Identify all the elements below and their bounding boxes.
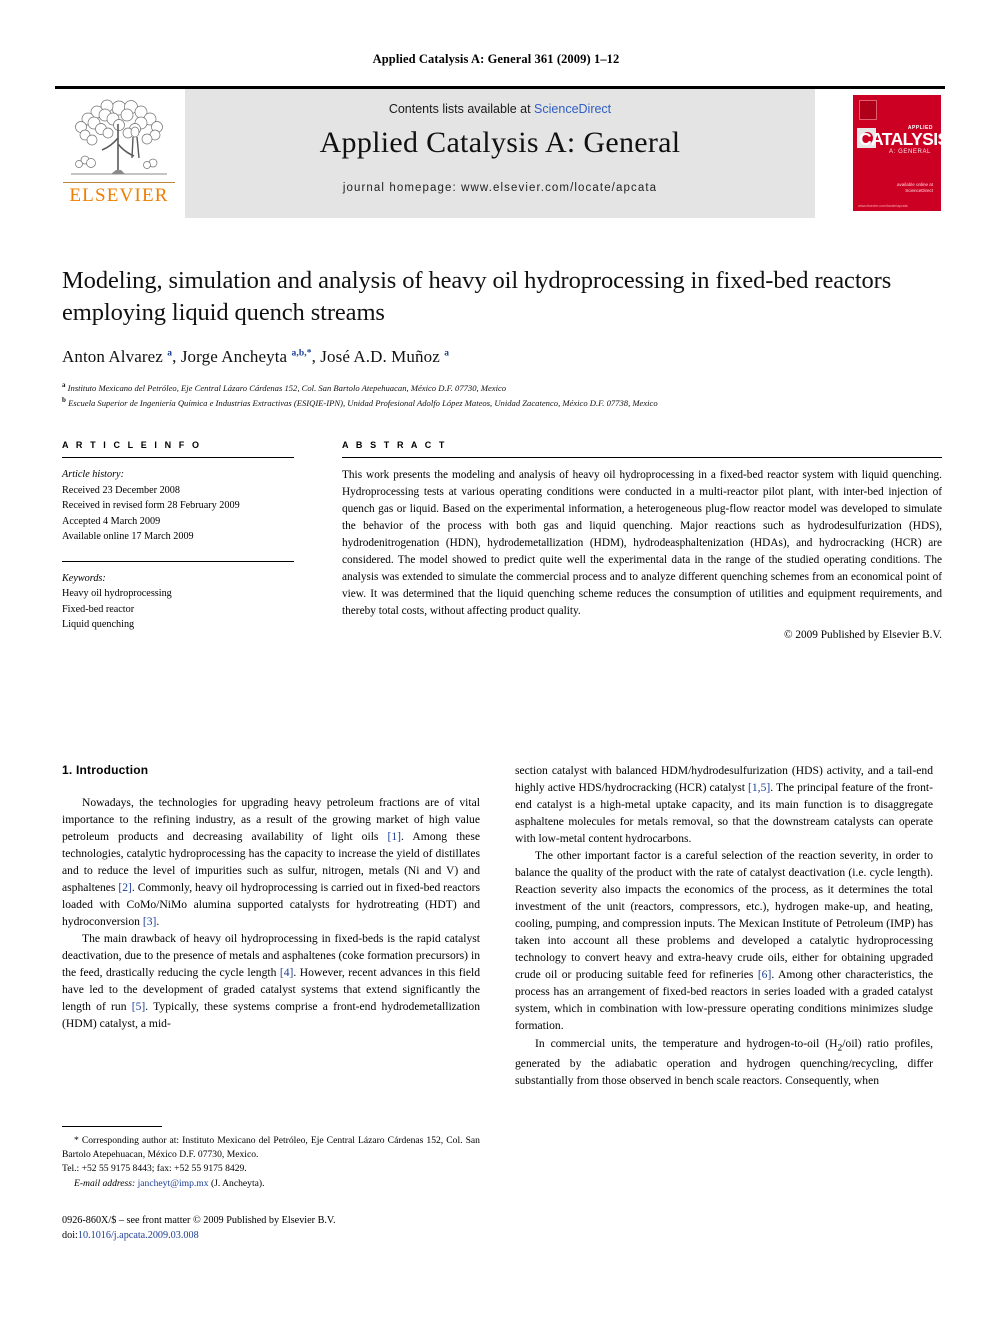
cover-elsevier-mark-icon (859, 100, 877, 120)
footnote-email-label: E-mail address: (74, 1177, 136, 1189)
citation-ref[interactable]: [4] (280, 966, 294, 979)
issn-copyright-line: 0926-860X/$ – see front matter © 2009 Pu… (62, 1215, 336, 1226)
journal-title: Applied Catalysis A: General (319, 126, 681, 159)
contents-prefix-text: Contents lists available at (388, 102, 535, 116)
imprint-block: 0926-860X/$ – see front matter © 2009 Pu… (62, 1213, 480, 1244)
body-column-left: 1. Introduction Nowadays, the technologi… (62, 762, 480, 1032)
footnote-corresponding-text: Corresponding author at: Instituto Mexic… (62, 1135, 480, 1161)
affiliation-a-text: Instituto Mexicano del Petróleo, Eje Cen… (67, 382, 507, 393)
footnote-email-link[interactable]: jancheyt@imp.mx (138, 1178, 209, 1189)
doi-label: doi: (62, 1230, 78, 1242)
footnote-rule (62, 1126, 162, 1127)
footnote-tel-line: Tel.: +52 55 9175 8443; fax: +52 55 9175… (62, 1163, 247, 1175)
sciencedirect-link[interactable]: ScienceDirect (534, 102, 611, 116)
citation-ref[interactable]: [1,5] (748, 781, 770, 794)
section-heading-introduction: 1. Introduction (62, 763, 149, 777)
elsevier-tree-icon (71, 99, 167, 175)
keywords-block: Keywords: Heavy oil hydroprocessing Fixe… (62, 571, 294, 633)
journal-cover-thumbnail: APPLIED CATALYSIS A: GENERAL available o… (845, 92, 945, 214)
title-block: Modeling, simulation and analysis of hea… (62, 265, 942, 410)
footnote-marker: * (74, 1135, 79, 1146)
affiliation-list: a Instituto Mexicano del Petróleo, Eje C… (62, 380, 942, 410)
doi-line: doi:10.1016/j.apcata.2009.03.008 (62, 1228, 480, 1243)
article-body: 1. Introduction Nowadays, the technologi… (62, 762, 942, 1282)
affiliation-b-text: Escuela Superior de Ingeniería Química e… (68, 397, 658, 408)
article-info-column: A R T I C L E I N F O Article history: R… (62, 440, 294, 633)
history-item: Available online 17 March 2009 (62, 531, 194, 542)
citation-ref[interactable]: [1] (387, 830, 401, 843)
body-column-right: section catalyst with balanced HDM/hydro… (515, 762, 933, 1089)
abstract-copyright: © 2009 Published by Elsevier B.V. (783, 629, 942, 642)
body-paragraph: section catalyst with balanced HDM/hydro… (515, 764, 933, 846)
elsevier-logo: ELSEVIER (55, 92, 183, 218)
keyword-item: Fixed-bed reactor (62, 603, 135, 615)
history-item: Accepted 4 March 2009 (62, 515, 161, 527)
page-title: Modeling, simulation and analysis of hea… (62, 267, 892, 326)
doi-link[interactable]: 10.1016/j.apcata.2009.03.008 (78, 1230, 199, 1241)
abstract-heading: A B S T R A C T (342, 440, 447, 450)
body-paragraph: Nowadays, the technologies for upgrading… (62, 795, 480, 928)
journal-masthead: Contents lists available at ScienceDirec… (55, 86, 945, 218)
cover-catalysis-text: CATALYSIS (859, 129, 941, 149)
running-head: Applied Catalysis A: General 361 (2009) … (372, 52, 620, 66)
journal-homepage-line[interactable]: journal homepage: www.elsevier.com/locat… (185, 182, 815, 194)
body-paragraph: The other important factor is a careful … (515, 849, 933, 1033)
footnote-email-owner: (J. Ancheyta). (210, 1177, 265, 1189)
citation-ref[interactable]: [3] (143, 915, 157, 928)
citation-ref[interactable]: [6] (758, 968, 772, 981)
keywords-rule (62, 560, 294, 562)
abstract-rule (342, 457, 942, 458)
elsevier-wordmark: ELSEVIER (69, 185, 169, 206)
footnote-corresponding-line: * Corresponding author at: Instituto Mex… (62, 1134, 480, 1162)
keyword-item: Liquid quenching (62, 619, 135, 630)
history-item: Received 23 December 2008 (62, 484, 180, 496)
journal-article-page: Applied Catalysis A: General 361 (2009) … (0, 0, 992, 1323)
cover-sciencedirect-text: available online at ScienceDirect (896, 181, 933, 194)
contents-available-line: Contents lists available at ScienceDirec… (185, 102, 815, 116)
article-info-heading: A R T I C L E I N F O (62, 440, 202, 450)
cover-a-general-text: A: GENERAL (888, 149, 931, 155)
citation-ref[interactable]: [2] (118, 881, 132, 894)
journal-cover-image: APPLIED CATALYSIS A: GENERAL available o… (853, 95, 941, 211)
body-paragraph: The main drawback of heavy oil hydroproc… (62, 931, 480, 1031)
keyword-item: Heavy oil hydroprocessing (62, 588, 172, 599)
body-paragraph: In commercial units, the temperature and… (515, 1036, 933, 1088)
article-info-rule (62, 457, 294, 458)
abstract-text: This work presents the modeling and anal… (342, 469, 942, 617)
affiliation-a: a Instituto Mexicano del Petróleo, Eje C… (62, 380, 507, 393)
corresponding-author-footnote: * Corresponding author at: Instituto Mex… (62, 1126, 480, 1191)
keywords-label: Keywords: (62, 572, 106, 584)
history-item: Received in revised form 28 February 200… (62, 500, 240, 511)
citation-ref[interactable]: [5] (132, 1000, 146, 1013)
article-history-block: Article history: Received 23 December 20… (62, 467, 294, 545)
footnote-email-line: E-mail address: jancheyt@imp.mx (J. Anch… (62, 1177, 480, 1191)
cover-bottom-url-text: www.elsevier.com/locate/apcata (858, 204, 908, 208)
elsevier-logo-rule (63, 182, 175, 183)
footnote-text: * Corresponding author at: Instituto Mex… (62, 1134, 480, 1191)
article-history-label: Article history: (62, 469, 124, 480)
abstract-column: A B S T R A C T This work presents the m… (342, 440, 942, 641)
affiliation-b: b Escuela Superior de Ingeniería Química… (62, 395, 658, 408)
author-list: Anton Alvarez a, Jorge Ancheyta a,b,*, J… (62, 346, 450, 366)
